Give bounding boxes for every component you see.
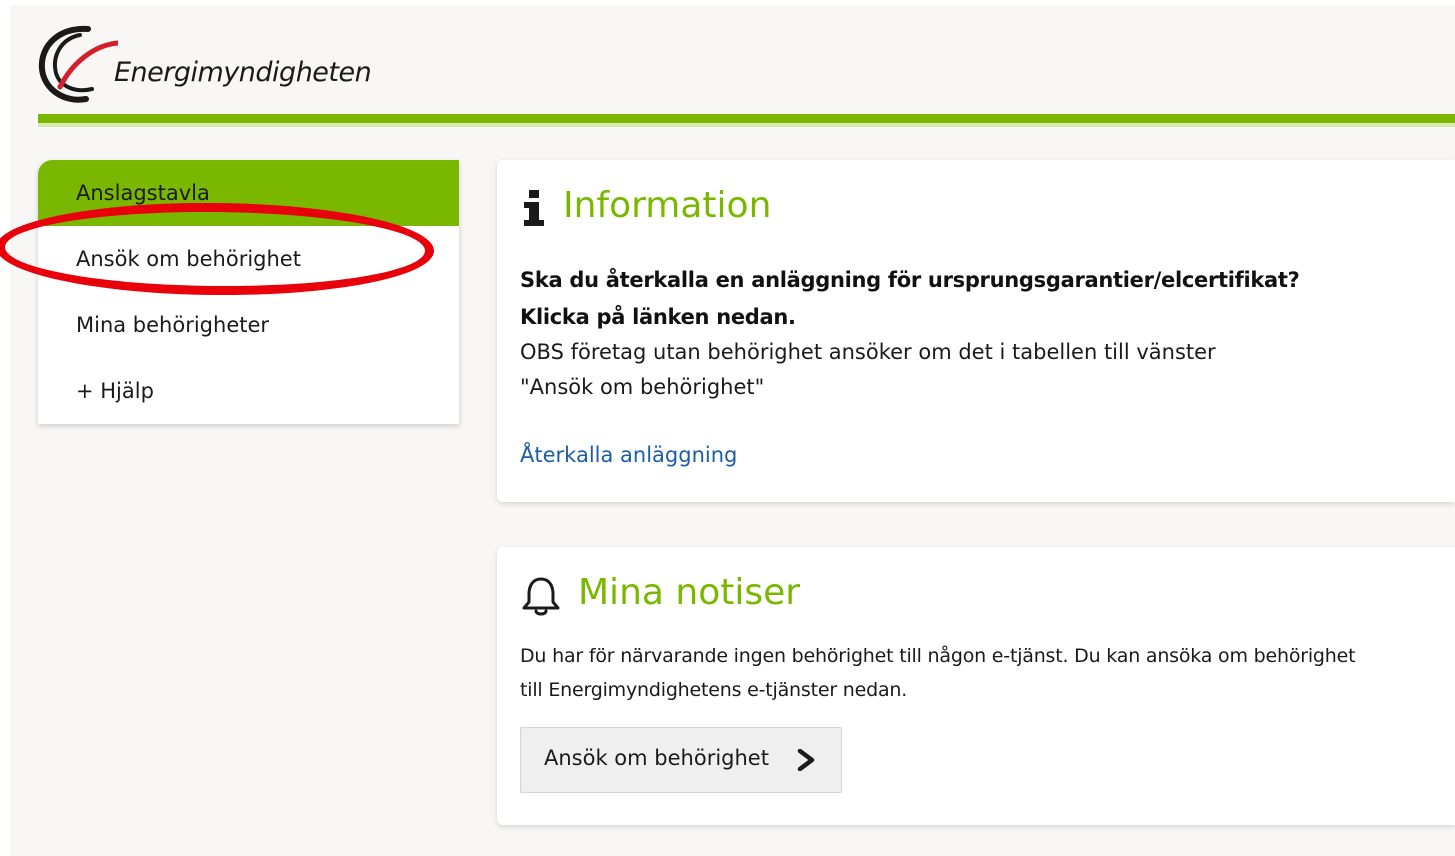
logo-swoosh-icon <box>38 25 118 103</box>
energimyndigheten-logo[interactable]: Energimyndigheten <box>38 23 408 103</box>
information-question-line2: Klicka på länken nedan. <box>520 305 796 329</box>
notifications-text-line2: till Energimyndighetens e-tjänster nedan… <box>520 679 908 701</box>
information-card: Information Ska du återkalla en anläggni… <box>497 160 1455 502</box>
header: Energimyndigheten <box>10 5 1455 113</box>
info-icon <box>524 190 544 226</box>
header-divider <box>38 114 1455 123</box>
page: Energimyndigheten Anslagstavla Ansök om … <box>10 5 1455 856</box>
information-note-line2: "Ansök om behörighet" <box>520 375 765 399</box>
logo-text: Energimyndigheten <box>114 57 372 88</box>
notifications-text-line1: Du har för närvarande ingen behörighet t… <box>520 645 1356 667</box>
information-question-line1: Ska du återkalla en anläggning för urspr… <box>520 268 1300 292</box>
sidebar-nav: Anslagstavla Ansök om behörighet Mina be… <box>38 160 459 424</box>
chevron-right-icon <box>797 749 815 771</box>
header-divider-shade <box>38 123 1455 127</box>
apply-permission-button-label: Ansök om behörighet <box>544 746 769 770</box>
sidebar-item-ansok-om-behorighet[interactable]: Ansök om behörighet <box>38 226 459 292</box>
information-note-line1: OBS företag utan behörighet ansöker om d… <box>520 340 1216 364</box>
sidebar-item-mina-behorigheter[interactable]: Mina behörigheter <box>38 292 459 358</box>
apply-permission-button[interactable]: Ansök om behörighet <box>520 727 842 793</box>
aterkalla-anlaggning-link[interactable]: Återkalla anläggning <box>520 443 737 467</box>
bell-icon <box>522 577 560 616</box>
information-title: Information <box>563 185 772 226</box>
notifications-card: Mina notiser Du har för närvarande ingen… <box>497 547 1455 825</box>
sidebar-item-anslagstavla[interactable]: Anslagstavla <box>38 160 459 226</box>
notifications-title: Mina notiser <box>578 572 801 613</box>
sidebar-item-hjalp[interactable]: + Hjälp <box>38 358 459 424</box>
